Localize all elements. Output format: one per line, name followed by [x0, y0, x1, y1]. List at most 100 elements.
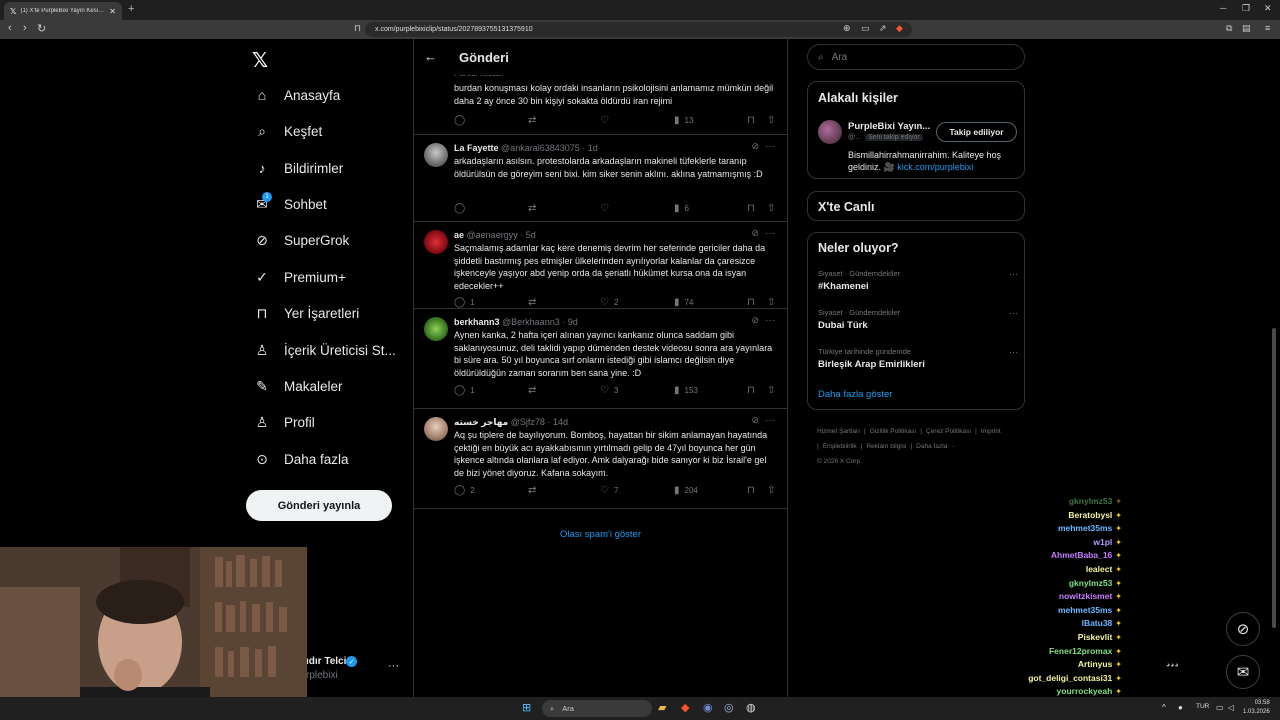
zoom-icon[interactable]: ⊕ — [843, 23, 851, 34]
minimize-icon[interactable]: ─ — [1220, 3, 1226, 13]
reload-icon[interactable]: ↻ — [37, 22, 46, 35]
sidebar-item-7[interactable]: ♙ İçerik Üreticisi St... — [254, 342, 396, 358]
views-icon[interactable]: ▮ 153 — [674, 385, 698, 396]
footer-link[interactable]: Reklam bilgisi — [866, 443, 906, 450]
footer-link[interactable]: Imprint — [981, 428, 1001, 435]
views-icon[interactable]: ▮ 13 — [674, 115, 693, 126]
avatar[interactable] — [424, 417, 448, 441]
footer-link[interactable]: Daha fazla ··· — [916, 443, 955, 450]
sidebar-item-4[interactable]: ⊘ SuperGrok — [254, 232, 349, 248]
browser-tab[interactable]: 𝕏 (1) X'te PurpleBixi Yayın Kesitleri ✕ — [4, 2, 122, 20]
bookmark-icon[interactable]: ⊓ — [747, 115, 755, 126]
like-icon[interactable]: ♡ 2 — [600, 297, 618, 308]
more-options-icon[interactable]: ··· — [765, 315, 775, 326]
file-explorer-icon[interactable]: ▰ — [658, 701, 666, 714]
reply-icon[interactable]: ◯ 1 — [454, 385, 475, 396]
trend-item[interactable]: Siyaset · Gündemdekiler #Khamenei ··· — [818, 269, 1018, 292]
sidebar-toggle-icon[interactable]: ▤ — [1242, 23, 1251, 34]
author-handle[interactable]: @Sjfz78 — [511, 417, 545, 427]
trend-more-icon[interactable]: ··· — [1009, 269, 1018, 279]
brave-shield-icon[interactable]: ◆ — [896, 23, 903, 34]
address-bar[interactable]: x.com/purplebixiclip/status/202789375513… — [365, 22, 912, 37]
bookmark-page-icon[interactable]: ⊓ — [354, 23, 361, 34]
share-icon[interactable]: ⇧ — [767, 485, 775, 496]
grok-icon[interactable]: ⊘ — [751, 141, 759, 152]
author-name[interactable]: La Fayette — [454, 143, 499, 153]
reply-post[interactable]: ae @aenaergyy · 5d ⊘ ··· Saçmalamış adamlar… — [414, 222, 787, 309]
grok-icon[interactable]: ⊘ — [751, 415, 759, 426]
repost-icon[interactable]: ⇄ — [528, 297, 536, 308]
bookmark-icon[interactable]: ⊓ — [747, 203, 755, 214]
views-icon[interactable]: ▮ 6 — [674, 203, 689, 214]
language-indicator[interactable]: TUR — [1196, 703, 1209, 710]
microphone-icon[interactable]: ● — [1178, 703, 1183, 712]
repost-icon[interactable]: ⇄ — [528, 485, 536, 496]
like-icon[interactable]: ♡ 3 — [600, 385, 618, 396]
sidebar-item-2[interactable]: ♪ Bildirimler — [254, 160, 344, 176]
close-window-icon[interactable]: ✕ — [1264, 3, 1272, 14]
repost-icon[interactable]: ⇄ — [528, 203, 536, 214]
discord-icon[interactable]: ◉ — [703, 701, 713, 714]
views-icon[interactable]: ▮ 74 — [674, 297, 693, 308]
repost-icon[interactable]: ⇄ — [528, 385, 536, 396]
footer-link[interactable]: Hizmet Şartları — [817, 428, 860, 435]
share-icon[interactable]: ⇗ — [879, 23, 887, 34]
views-icon[interactable]: ▮ 204 — [674, 485, 698, 496]
sidebar-item-0[interactable]: ⌂ Anasayfa — [254, 87, 341, 103]
avatar[interactable] — [818, 120, 842, 144]
like-icon[interactable]: ♡ — [600, 115, 609, 126]
share-icon[interactable]: ⇧ — [767, 115, 775, 126]
extensions-icon[interactable]: ⧉ — [1226, 23, 1232, 34]
reply-icon[interactable]: ◯ 2 — [454, 485, 475, 496]
messages-fab-icon[interactable]: ✉ — [1226, 655, 1260, 689]
more-options-icon[interactable]: ··· — [765, 228, 775, 239]
post-button[interactable]: Gönderi yayınla — [246, 490, 392, 521]
search-box[interactable]: ⌕ Ara — [807, 44, 1025, 70]
steam-icon[interactable]: ◎ — [724, 701, 734, 714]
reply-post[interactable]: مهاجر خسته @Sjfz78 · 14d ⊘ ··· Aq şu tipler… — [414, 409, 787, 509]
more-options-icon[interactable]: ··· — [765, 141, 775, 152]
show-more-link[interactable]: Daha fazla göster — [818, 389, 892, 400]
post-time[interactable]: 14d — [553, 417, 568, 427]
show-spam-link[interactable]: Olası spam'i göster — [414, 529, 787, 540]
avatar[interactable] — [424, 230, 448, 254]
reply-post[interactable]: La Fayette @ankaral63843075 · 1d ⊘ ··· arka… — [414, 135, 787, 222]
post-time[interactable]: 1d — [588, 143, 598, 153]
brave-icon[interactable]: ◆ — [681, 701, 689, 714]
volume-icon[interactable]: ◁ — [1228, 703, 1234, 712]
back-icon[interactable]: ‹ — [8, 22, 12, 34]
avatar[interactable] — [424, 143, 448, 167]
menu-icon[interactable]: ≡ — [1265, 23, 1270, 33]
share-icon[interactable]: ⇧ — [767, 203, 775, 214]
bio-link[interactable]: kick.com/purplebixi — [897, 162, 973, 172]
obs-icon[interactable]: ◍ — [746, 701, 756, 714]
sidebar-item-9[interactable]: ♙ Profil — [254, 414, 315, 430]
new-tab-icon[interactable]: + — [128, 3, 134, 15]
footer-link[interactable]: Erişilebilirlik — [823, 443, 857, 450]
sidebar-item-5[interactable]: ✓ Premium+ — [254, 269, 346, 285]
footer-link[interactable]: Çerez Politikası — [926, 428, 971, 435]
profile-more-icon[interactable]: ··· — [388, 660, 399, 672]
scrollbar[interactable] — [1272, 328, 1276, 628]
related-person-name[interactable]: PurpleBixi Yayın... — [848, 121, 930, 132]
share-icon[interactable]: ⇧ — [767, 297, 775, 308]
network-icon[interactable]: ▭ — [1216, 703, 1224, 712]
close-tab-icon[interactable]: ✕ — [109, 7, 116, 16]
reply-icon[interactable]: ◯ 1 — [454, 297, 475, 308]
profile-name[interactable]: ıdır Telci — [306, 656, 346, 667]
author-handle[interactable]: @Berkhaann3 — [502, 317, 560, 327]
bookmark-icon[interactable]: ⊓ — [747, 297, 755, 308]
grok-icon[interactable]: ⊘ — [751, 315, 759, 326]
trend-more-icon[interactable]: ··· — [1009, 308, 1018, 318]
post-time[interactable]: 5d — [526, 230, 536, 240]
sidebar-item-10[interactable]: ⊙ Daha fazla — [254, 451, 348, 467]
tray-chevron-icon[interactable]: ^ — [1162, 703, 1166, 712]
trend-more-icon[interactable]: ··· — [1009, 347, 1018, 357]
forward-icon[interactable]: › — [23, 22, 27, 34]
footer-link[interactable]: Gizlilik Politikası — [870, 428, 917, 435]
author-handle[interactable]: @ankaral63843075 — [501, 143, 580, 153]
bookmark-icon[interactable]: ⊓ — [747, 385, 755, 396]
repost-icon[interactable]: ⇄ — [528, 115, 536, 126]
sidebar-item-3[interactable]: ✉ 1 Sohbet — [254, 192, 327, 212]
footer-link[interactable]: © 2026 X Corp. — [817, 458, 862, 465]
